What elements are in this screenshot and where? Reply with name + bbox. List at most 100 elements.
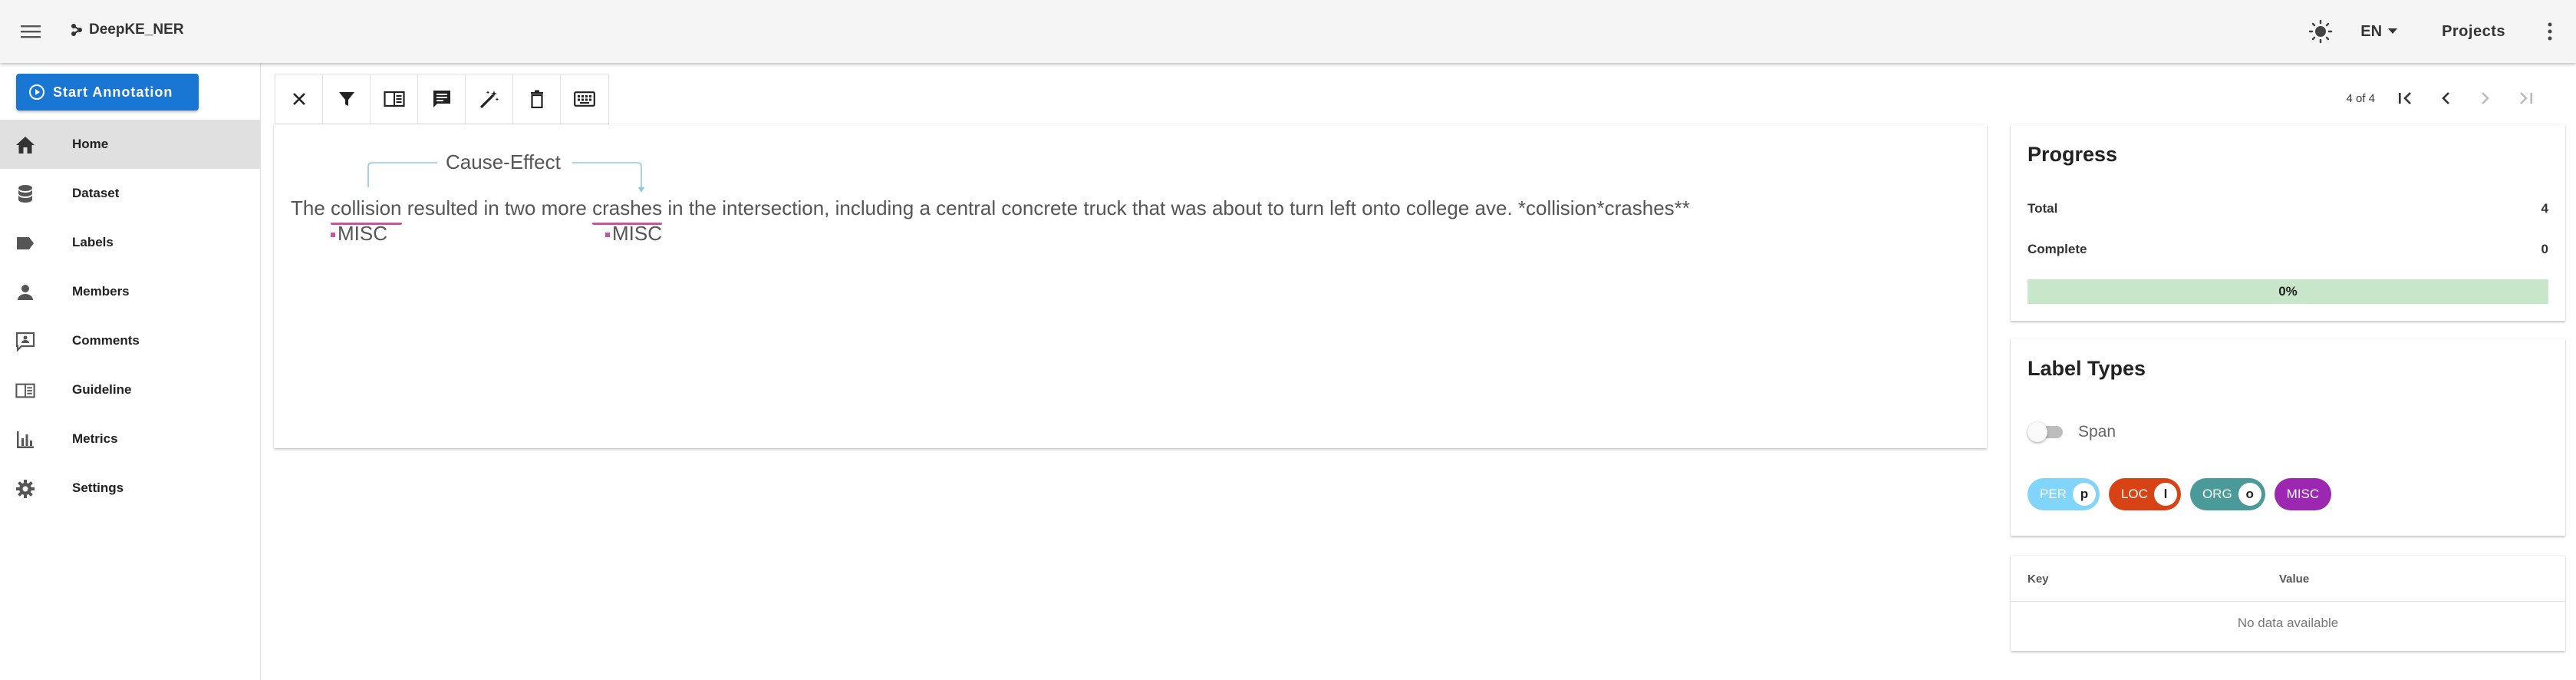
first-page-button[interactable] bbox=[2386, 83, 2426, 114]
entity-label-tag[interactable]: MISC bbox=[331, 222, 387, 246]
close-button[interactable] bbox=[275, 74, 323, 124]
more-menu-button[interactable] bbox=[2538, 13, 2562, 50]
person-icon bbox=[15, 282, 35, 302]
last-page-icon bbox=[2520, 92, 2532, 104]
auto-label-button[interactable] bbox=[466, 74, 513, 124]
label-chip-shortcut: o bbox=[2238, 483, 2261, 506]
comment-button[interactable] bbox=[418, 74, 466, 124]
progress-title: Progress bbox=[2028, 143, 2118, 166]
empty-state-text: No data available bbox=[2237, 616, 2339, 630]
keyboard-icon bbox=[574, 91, 595, 107]
guideline-button[interactable] bbox=[371, 74, 418, 124]
sidebar-item-label: Comments bbox=[72, 333, 140, 348]
app-logo[interactable]: DeepKE_NER bbox=[71, 21, 184, 38]
progress-bar: 0% bbox=[2028, 279, 2548, 304]
language-label: EN bbox=[2360, 22, 2383, 40]
label-types-panel: Label Types Span PER p LOC l ORG o MISC bbox=[2011, 338, 2565, 536]
entity-label-text: MISC bbox=[612, 222, 662, 245]
delete-icon bbox=[530, 90, 543, 108]
progress-bar-text: 0% bbox=[2278, 284, 2298, 299]
sidebar: Start Annotation Home Dataset Labels Mem… bbox=[0, 63, 261, 680]
last-page-button[interactable] bbox=[2505, 83, 2545, 114]
sidebar-item-guideline[interactable]: Guideline bbox=[0, 365, 261, 414]
label-chip-org[interactable]: ORG o bbox=[2189, 478, 2265, 510]
play-circle-icon bbox=[29, 84, 44, 100]
stat-total: Total 4 bbox=[2028, 201, 2548, 216]
switch-thumb bbox=[2028, 422, 2047, 442]
app-bar: DeepKE_NER EN Projects bbox=[0, 0, 2576, 63]
comment-icon bbox=[433, 91, 450, 107]
progress-panel: Progress Total 4 Complete 0 0% bbox=[2011, 124, 2565, 321]
label-chip-list: PER p LOC l ORG o MISC bbox=[2028, 478, 2332, 510]
sidebar-item-label: Home bbox=[72, 137, 109, 151]
more-vertical-icon bbox=[2548, 22, 2552, 41]
start-annotation-button[interactable]: Start Annotation bbox=[16, 74, 199, 111]
sidebar-item-members[interactable]: Members bbox=[0, 267, 261, 316]
entity-span[interactable]: collision bbox=[331, 196, 402, 225]
sidebar-item-comments[interactable]: Comments bbox=[0, 316, 261, 365]
filter-button[interactable] bbox=[323, 74, 371, 124]
sidebar-item-label: Guideline bbox=[72, 382, 132, 397]
delete-button[interactable] bbox=[513, 74, 561, 124]
chevron-down-icon bbox=[2388, 28, 2398, 34]
sidebar-item-label: Labels bbox=[72, 235, 114, 249]
annotation-toolbar bbox=[275, 74, 609, 124]
projects-button[interactable]: Projects bbox=[2442, 23, 2505, 41]
relation-label[interactable]: Cause-Effect bbox=[446, 150, 561, 174]
language-selector[interactable]: EN bbox=[2360, 23, 2399, 41]
label-color-marker bbox=[605, 232, 610, 237]
key-column-header[interactable]: Key bbox=[2028, 573, 2049, 586]
label-chip-shortcut: p bbox=[2072, 483, 2096, 506]
database-icon bbox=[15, 184, 35, 204]
sidebar-item-label: Members bbox=[72, 284, 130, 299]
start-annotation-label: Start Annotation bbox=[53, 84, 173, 100]
label-chip-shortcut: l bbox=[2153, 483, 2177, 506]
gear-icon bbox=[15, 479, 35, 499]
guideline-icon bbox=[383, 91, 405, 107]
menu-button[interactable] bbox=[15, 16, 46, 47]
next-page-button[interactable] bbox=[2466, 83, 2505, 114]
book-icon bbox=[15, 381, 35, 401]
theme-toggle-button[interactable] bbox=[2302, 13, 2339, 50]
annotation-card: Cause-Effect The collision resulted in t… bbox=[274, 124, 1987, 448]
label-chip-loc[interactable]: LOC l bbox=[2108, 478, 2181, 510]
text-segment: in the intersection, including a central… bbox=[662, 196, 1690, 220]
entity-label-tag[interactable]: MISC bbox=[605, 222, 662, 246]
prev-page-button[interactable] bbox=[2426, 83, 2466, 114]
sidebar-item-home[interactable]: Home bbox=[0, 120, 261, 169]
metadata-table-header: Key Value bbox=[2011, 556, 2565, 602]
filter-icon bbox=[338, 92, 354, 106]
entity-span-text: collision bbox=[331, 196, 402, 220]
annotation-text[interactable]: The collision resulted in two more crash… bbox=[291, 196, 1690, 225]
label-chip-misc[interactable]: MISC bbox=[2274, 478, 2332, 510]
span-toggle-switch[interactable] bbox=[2028, 422, 2066, 442]
chevron-right-icon bbox=[2482, 92, 2489, 104]
label-chip-name: LOC bbox=[2120, 487, 2148, 501]
sidebar-item-metrics[interactable]: Metrics bbox=[0, 414, 261, 464]
stat-total-value: 4 bbox=[2541, 201, 2548, 216]
pagination: 4 of 4 bbox=[2346, 83, 2545, 114]
entity-span[interactable]: crashes bbox=[592, 196, 663, 225]
bar-chart-icon bbox=[15, 430, 35, 450]
stat-total-label: Total bbox=[2028, 201, 2058, 216]
close-icon bbox=[292, 93, 305, 105]
label-chip-name: PER bbox=[2040, 487, 2067, 501]
span-relation-switch-row: Span bbox=[2028, 422, 2116, 442]
label-chip-name: MISC bbox=[2286, 487, 2320, 501]
sidebar-item-settings[interactable]: Settings bbox=[0, 464, 261, 513]
sidebar-item-labels[interactable]: Labels bbox=[0, 218, 261, 267]
label-color-marker bbox=[331, 232, 335, 237]
switch-label: Span bbox=[2078, 423, 2116, 441]
page-indicator: 4 of 4 bbox=[2346, 91, 2375, 105]
text-segment: The bbox=[291, 196, 331, 220]
sidebar-item-dataset[interactable]: Dataset bbox=[0, 169, 261, 218]
label-chip-per[interactable]: PER p bbox=[2028, 478, 2100, 510]
label-chip-name: ORG bbox=[2202, 487, 2232, 501]
label-icon bbox=[15, 233, 35, 253]
entity-span-text: crashes bbox=[592, 196, 663, 220]
entity-label-text: MISC bbox=[338, 222, 387, 245]
value-column-header[interactable]: Value bbox=[2279, 573, 2309, 586]
keyboard-shortcuts-button[interactable] bbox=[561, 74, 608, 124]
stat-complete-label: Complete bbox=[2028, 242, 2087, 256]
label-types-title: Label Types bbox=[2028, 357, 2146, 380]
